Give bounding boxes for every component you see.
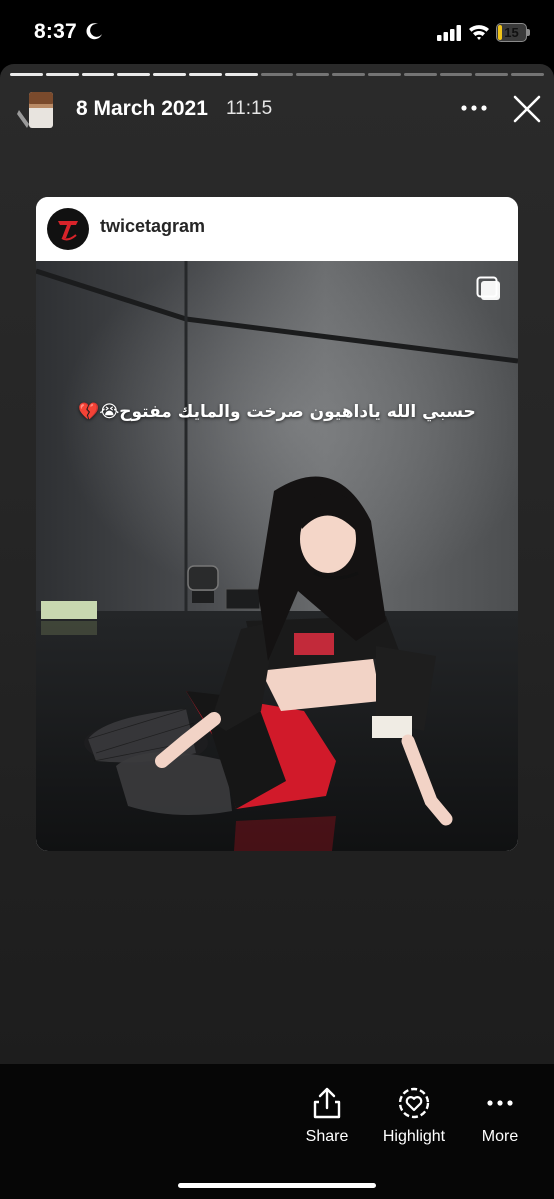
highlight-label: Highlight (382, 1128, 446, 1145)
home-indicator[interactable] (178, 1183, 376, 1188)
progress-segment (117, 73, 151, 76)
progress-segment (403, 73, 437, 76)
multiple-photos-icon (476, 276, 502, 302)
wifi-icon (468, 23, 490, 41)
battery-level: 15 (504, 25, 519, 40)
story-action-bar: Share Highlight More (0, 1064, 554, 1199)
progress-segment (10, 73, 43, 76)
progress-segment (511, 73, 544, 76)
highlight-button[interactable]: Highlight (374, 1086, 454, 1146)
progress-segment (367, 73, 401, 76)
progress-segment (224, 73, 258, 76)
story-progress-bar (10, 73, 544, 76)
close-icon[interactable] (512, 94, 542, 124)
progress-segment (153, 73, 186, 76)
story-date: 8 March 2021 (76, 97, 208, 120)
progress-segment (296, 73, 330, 76)
share-button[interactable]: Share (287, 1086, 367, 1146)
post-photo (36, 261, 518, 851)
post-caption: حسبي الله ياداهيون صرخت والمايك مفتوح😭💔 (78, 402, 476, 422)
progress-segment (439, 73, 473, 76)
status-bar: 8:37 15 (0, 0, 554, 64)
highlight-heart-icon (398, 1087, 430, 1119)
shared-post[interactable]: twicetagram حسبي الله ياداهيون صرخت والم… (36, 197, 518, 851)
progress-segment (188, 73, 222, 76)
more-label: More (481, 1128, 519, 1145)
twice-logo[interactable] (47, 208, 89, 250)
story-avatar[interactable] (17, 90, 55, 132)
post-header: twicetagram (36, 197, 518, 261)
progress-segment (332, 73, 365, 76)
progress-segment (260, 73, 294, 76)
share-icon (313, 1087, 341, 1119)
battery-icon: 15 (496, 23, 530, 42)
story-time: 11:15 (226, 98, 273, 119)
more-options-icon[interactable] (460, 98, 488, 118)
cellular-signal-icon (437, 25, 463, 41)
story-viewer[interactable]: 8 March 2021 11:15 twicetagram حسبي الله… (0, 64, 554, 1064)
more-horizontal-icon (487, 1100, 513, 1106)
more-button[interactable]: More (460, 1086, 540, 1146)
share-label: Share (305, 1128, 349, 1145)
progress-segment (81, 73, 115, 76)
progress-segment (475, 73, 509, 76)
progress-segment (45, 73, 79, 76)
post-username[interactable]: twicetagram (100, 216, 205, 237)
moon-icon (86, 22, 104, 40)
status-time: 8:37 (34, 20, 77, 43)
